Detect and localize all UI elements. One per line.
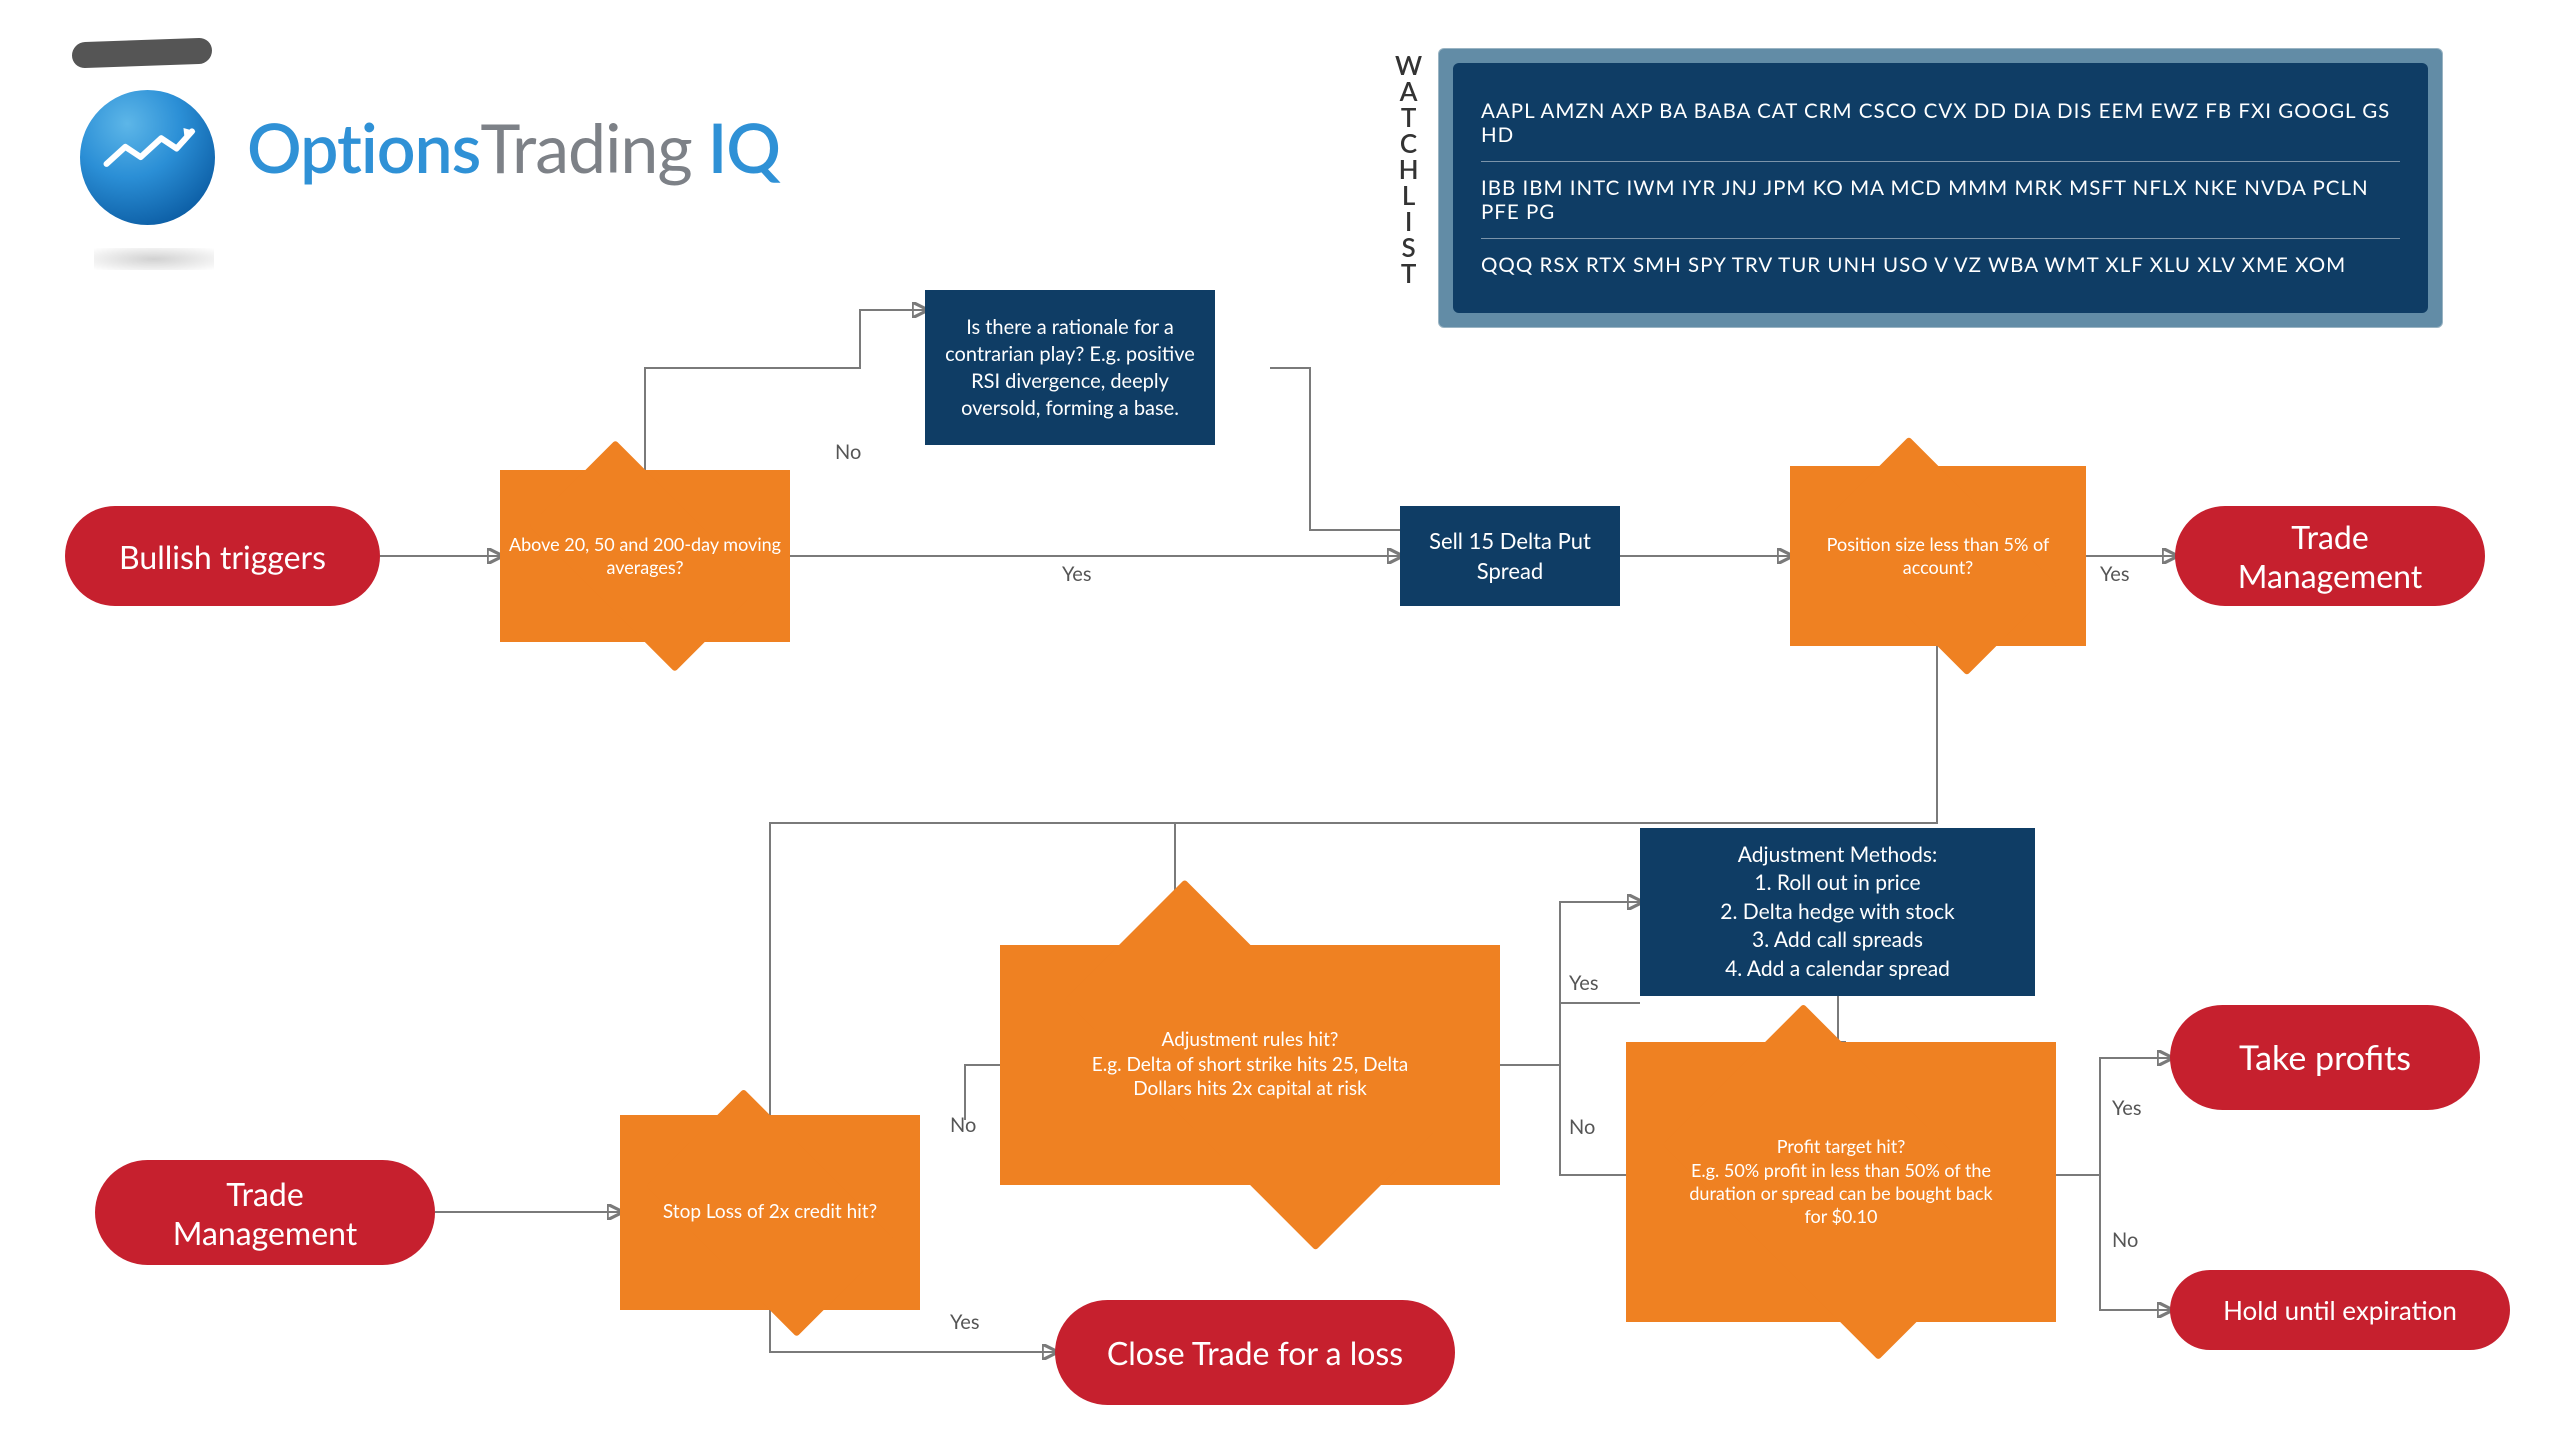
decision-profit-target-label: Profit target hit? E.g. 50% profit in le… xyxy=(1626,1042,2056,1322)
start-bullish-triggers: Bullish triggers xyxy=(65,506,380,606)
end-trade-management-top: Trade Management xyxy=(2175,506,2485,606)
decision-stop-loss-label: Stop Loss of 2x credit hit? xyxy=(620,1115,920,1310)
rect-adjustment-methods-label: Adjustment Methods: 1. Roll out in price… xyxy=(1720,841,1954,983)
end-take-profits: Take profits xyxy=(2170,1005,2480,1110)
start-bullish-triggers-label: Bullish triggers xyxy=(119,537,326,576)
edge-label-no: No xyxy=(950,1113,976,1137)
edge-label-yes: Yes xyxy=(950,1310,980,1334)
decision-position-size-label: Position size less than 5% of account? xyxy=(1790,466,2086,646)
end-close-trade-loss-label: Close Trade for a loss xyxy=(1107,1333,1403,1372)
brand-logo: OptionsTrading IQ xyxy=(80,70,780,225)
edge-label-yes: Yes xyxy=(1569,971,1599,995)
brand-word-options: Options xyxy=(247,107,480,188)
watchlist-panel: AAPL AMZN AXP BA BABA CAT CRM CSCO CVX D… xyxy=(1438,48,2443,328)
end-hold-expiration: Hold until expiration xyxy=(2170,1270,2510,1350)
brand-word-trading: Trading xyxy=(480,107,691,188)
edge-label-yes: Yes xyxy=(2112,1096,2142,1120)
edge-label-no: No xyxy=(2112,1228,2138,1252)
brand-word-iq: IQ xyxy=(708,107,780,188)
graduation-cap-icon xyxy=(72,40,227,90)
end-trade-management-top-label: Trade Management xyxy=(2217,517,2443,595)
end-hold-expiration-label: Hold until expiration xyxy=(2223,1294,2457,1326)
rect-sell-put-spread: Sell 15 Delta Put Spread xyxy=(1400,506,1620,606)
decision-moving-averages: Above 20, 50 and 200-day moving averages… xyxy=(500,470,790,642)
start-trade-management-label: Trade Management xyxy=(137,1174,393,1252)
edge-label-no: No xyxy=(1569,1115,1595,1139)
decision-adjustment-rules-label: Adjustment rules hit? E.g. Delta of shor… xyxy=(1000,945,1500,1185)
rect-contrarian-rationale: Is there a rationale for a contrarian pl… xyxy=(925,290,1215,445)
rect-sell-put-spread-label: Sell 15 Delta Put Spread xyxy=(1414,526,1606,585)
watchlist-label: WATCHLIST xyxy=(1395,52,1426,286)
start-trade-management: Trade Management xyxy=(95,1160,435,1265)
edge-label-no: No xyxy=(835,440,861,464)
watchlist-row: IBB IBM INTC IWM IYR JNJ JPM KO MA MCD M… xyxy=(1481,162,2400,239)
decision-adjustment-rules: Adjustment rules hit? E.g. Delta of shor… xyxy=(1000,945,1500,1185)
end-close-trade-loss: Close Trade for a loss xyxy=(1055,1300,1455,1405)
watchlist-row: AAPL AMZN AXP BA BABA CAT CRM CSCO CVX D… xyxy=(1481,85,2400,162)
decision-stop-loss: Stop Loss of 2x credit hit? xyxy=(620,1115,920,1310)
rect-adjustment-methods: Adjustment Methods: 1. Roll out in price… xyxy=(1640,828,2035,996)
edge-label-yes: Yes xyxy=(2100,562,2130,586)
end-take-profits-label: Take profits xyxy=(2239,1037,2411,1078)
edge-label-yes: Yes xyxy=(1062,562,1092,586)
watchlist-row: QQQ RSX RTX SMH SPY TRV TUR UNH USO V VZ… xyxy=(1481,239,2400,291)
decision-position-size: Position size less than 5% of account? xyxy=(1790,466,2086,646)
brand-wordmark: OptionsTrading IQ xyxy=(247,107,780,188)
decision-profit-target: Profit target hit? E.g. 50% profit in le… xyxy=(1626,1042,2056,1322)
globe-chart-icon xyxy=(80,90,215,225)
rect-contrarian-rationale-label: Is there a rationale for a contrarian pl… xyxy=(939,314,1201,422)
decision-moving-averages-label: Above 20, 50 and 200-day moving averages… xyxy=(500,470,790,642)
